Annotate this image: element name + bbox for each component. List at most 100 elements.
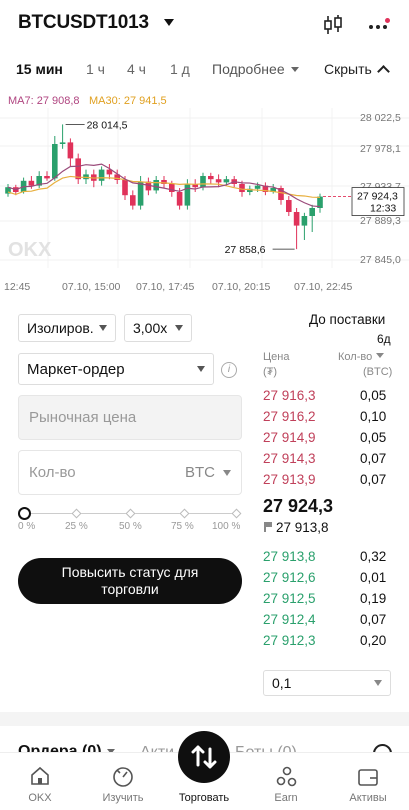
nav-trade-label[interactable]: Торговать xyxy=(169,792,239,804)
okx-watermark: OKX xyxy=(8,239,52,261)
bid-price[interactable]: 27 913,8 xyxy=(263,549,316,564)
qty-unit: (BTC) xyxy=(363,366,393,378)
slider-mark[interactable] xyxy=(71,508,82,519)
ask-qty: 0,07 xyxy=(360,451,387,466)
chevron-down-icon[interactable] xyxy=(164,19,174,26)
wallet-icon[interactable] xyxy=(357,767,379,787)
slider-label: 75 % xyxy=(171,521,194,532)
bid-qty: 0,07 xyxy=(360,612,387,627)
candle-body xyxy=(122,180,128,196)
slider-mark[interactable] xyxy=(179,508,190,519)
chevron-down-icon xyxy=(374,680,382,686)
flag-icon xyxy=(264,522,274,532)
candle-body xyxy=(59,142,66,144)
tab-1d[interactable]: 1 д xyxy=(170,61,190,77)
leverage-value: 3,00x xyxy=(133,320,168,336)
candle-body xyxy=(286,200,292,212)
quantity-input[interactable]: Кол-во BTC xyxy=(18,450,242,495)
quantity-input-placeholder: Кол-во xyxy=(29,464,76,481)
tab-15min[interactable]: 15 мин xyxy=(16,61,63,77)
slider-label: 100 % xyxy=(212,521,241,532)
candle-body xyxy=(44,176,50,179)
chevron-up-icon xyxy=(376,65,390,78)
mark-price: 27 913,8 xyxy=(276,520,329,535)
discover-icon[interactable] xyxy=(112,766,134,788)
y-tick-label: 27 978,1 xyxy=(360,143,401,155)
slider-mark[interactable] xyxy=(231,508,242,519)
more-timeframes-label: Подробнее xyxy=(212,61,285,77)
candle-body xyxy=(254,185,261,189)
price-unit: (₮) xyxy=(263,366,278,378)
qty-column-header[interactable]: Кол-во xyxy=(338,351,385,363)
price-input[interactable]: Рыночная цена xyxy=(18,395,242,440)
nav-home-label[interactable]: OKX xyxy=(5,792,75,804)
candle-body xyxy=(130,195,136,206)
nav-assets-label[interactable]: Активы xyxy=(333,792,403,804)
depth-select[interactable]: 0,1 xyxy=(263,670,391,696)
candle-body xyxy=(176,192,183,206)
depth-value: 0,1 xyxy=(272,675,292,691)
nav-discover-label[interactable]: Изучить xyxy=(88,792,158,804)
x-tick-label: 07.10, 20:15 xyxy=(212,281,271,293)
bid-qty: 0,19 xyxy=(360,591,387,606)
info-icon[interactable]: i xyxy=(221,362,237,378)
candlestick-icon[interactable] xyxy=(322,14,344,36)
bid-qty: 0,01 xyxy=(360,570,387,585)
margin-mode-value: Изолиров. xyxy=(27,320,94,336)
candle-body xyxy=(184,184,191,206)
bid-price[interactable]: 27 912,3 xyxy=(263,633,316,648)
slider-handle[interactable] xyxy=(18,507,31,520)
delivery-label: До поставки xyxy=(309,312,386,327)
slider-label: 25 % xyxy=(65,521,88,532)
tab-1h[interactable]: 1 ч xyxy=(86,61,105,77)
more-options-icon[interactable] xyxy=(366,16,392,36)
candle-countdown: 12:33 xyxy=(370,203,396,215)
tab-4h[interactable]: 4 ч xyxy=(127,61,146,77)
ma30-indicator: MA30: 27 941,5 xyxy=(89,95,167,107)
chevron-down-icon xyxy=(223,469,231,476)
chevron-down-icon xyxy=(175,325,183,331)
hide-chart-button[interactable]: Скрыть xyxy=(324,61,390,78)
ask-price[interactable]: 27 914,9 xyxy=(263,430,316,445)
price-chart[interactable]: 28 022,527 978,127 933,727 889,327 845,0… xyxy=(0,108,409,296)
more-timeframes-dropdown[interactable]: Подробнее xyxy=(212,61,299,77)
candle-body xyxy=(52,144,58,179)
order-type-select[interactable]: Маркет-ордер xyxy=(18,353,214,385)
candle-body xyxy=(215,179,222,183)
instrument-title[interactable]: BTCUSDT1013 xyxy=(18,12,149,34)
slider-label: 0 % xyxy=(18,521,36,532)
order-type-value: Маркет-ордер xyxy=(27,360,125,378)
ask-qty: 0,05 xyxy=(360,388,387,403)
bid-qty: 0,20 xyxy=(360,633,387,648)
ask-price[interactable]: 27 916,2 xyxy=(263,409,316,424)
bid-price[interactable]: 27 912,4 xyxy=(263,612,316,627)
ask-price[interactable]: 27 913,9 xyxy=(263,472,316,487)
upgrade-status-button[interactable]: Повысить статус для торговли xyxy=(18,558,242,604)
chevron-down-icon xyxy=(99,325,107,331)
y-tick-label: 28 022,5 xyxy=(360,112,401,124)
ask-qty: 0,07 xyxy=(360,472,387,487)
qty-column-label: Кол-во xyxy=(338,351,373,363)
delivery-value: 6д xyxy=(377,332,391,346)
candle-body xyxy=(28,180,35,186)
section-divider xyxy=(0,712,409,726)
margin-mode-select[interactable]: Изолиров. xyxy=(18,314,116,342)
candle-body xyxy=(208,176,214,180)
x-tick-label: 07.10, 17:45 xyxy=(136,281,195,293)
last-price: 27 924,3 xyxy=(263,496,334,516)
earn-icon[interactable] xyxy=(276,766,298,788)
ask-price[interactable]: 27 916,3 xyxy=(263,388,316,403)
bid-price[interactable]: 27 912,6 xyxy=(263,570,316,585)
chevron-down-icon xyxy=(197,366,205,372)
nav-earn-label[interactable]: Earn xyxy=(251,792,321,804)
trade-button[interactable] xyxy=(178,731,230,783)
ask-price[interactable]: 27 914,3 xyxy=(263,451,316,466)
x-tick-label: 07.10, 15:00 xyxy=(62,281,121,293)
home-icon[interactable] xyxy=(30,766,50,786)
candle-body xyxy=(200,176,206,188)
quantity-unit-select[interactable]: BTC xyxy=(185,464,215,481)
leverage-select[interactable]: 3,00x xyxy=(124,314,192,342)
slider-mark[interactable] xyxy=(125,508,136,519)
bid-price[interactable]: 27 912,5 xyxy=(263,591,316,606)
candle-body xyxy=(301,216,308,226)
